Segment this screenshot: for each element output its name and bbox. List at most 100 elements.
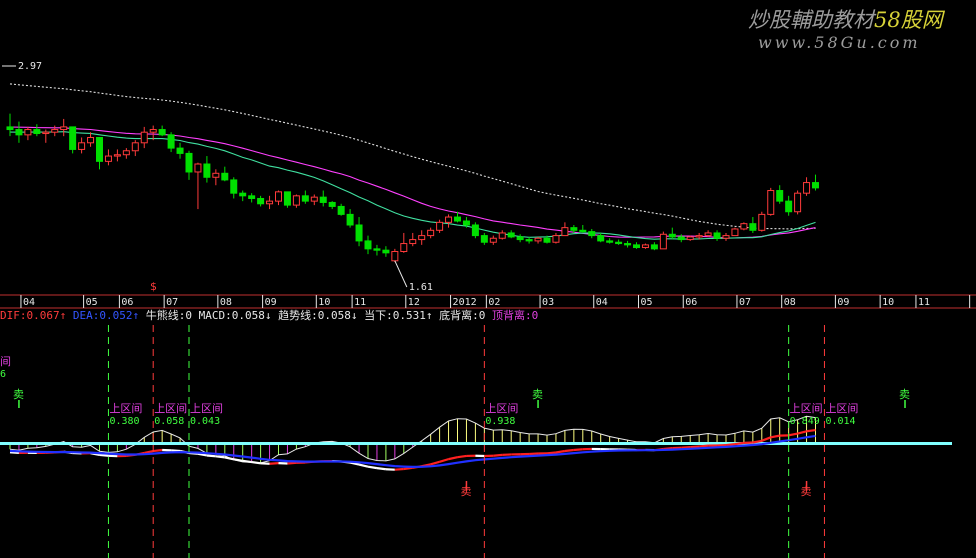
watermark-url: www.58Gu.com bbox=[758, 33, 921, 52]
ma-long-line bbox=[9, 83, 816, 230]
dif-segment bbox=[529, 452, 539, 456]
interval-label: 上区间 bbox=[154, 402, 187, 415]
candle-body bbox=[328, 201, 336, 207]
zero-line bbox=[0, 442, 952, 445]
candle-body bbox=[131, 142, 139, 152]
month-label: 07 bbox=[739, 297, 751, 308]
month-label: 08 bbox=[784, 297, 796, 308]
candle-body bbox=[785, 200, 793, 213]
candle-body bbox=[310, 196, 318, 202]
status-item: ↓ bbox=[264, 309, 272, 322]
dif-segment bbox=[699, 444, 709, 448]
interval-label: 上区间 bbox=[190, 402, 223, 415]
dif-segment bbox=[287, 461, 297, 465]
candle-body bbox=[731, 228, 739, 237]
dif-segment bbox=[797, 430, 807, 435]
status-item: 顶背离:0 bbox=[491, 309, 539, 322]
candle-body bbox=[266, 200, 274, 205]
candle-body bbox=[364, 240, 372, 250]
dif-segment bbox=[242, 459, 252, 464]
candle-body bbox=[355, 224, 363, 242]
candle-body bbox=[436, 221, 444, 231]
candle-body bbox=[140, 131, 148, 144]
month-label: 07 bbox=[166, 297, 178, 308]
interval-value: 0.938 bbox=[485, 416, 515, 427]
month-label: 10 bbox=[318, 297, 330, 308]
interval-label: 上区间 bbox=[485, 402, 518, 415]
status-item: ↑ bbox=[132, 309, 140, 322]
dif-segment bbox=[153, 448, 163, 453]
candle-body bbox=[346, 213, 354, 226]
candle-body bbox=[176, 147, 184, 154]
interval-label: 上区间 bbox=[825, 402, 858, 415]
sell-label: 卖 bbox=[801, 485, 812, 498]
candle-body bbox=[6, 126, 14, 131]
sell-label: 卖 bbox=[13, 388, 24, 401]
dif-segment bbox=[788, 432, 798, 437]
dif-segment bbox=[439, 458, 449, 463]
candle-body bbox=[668, 233, 676, 238]
candle-body bbox=[78, 142, 86, 150]
interval-value: 0.058 bbox=[154, 416, 184, 427]
month-label: 10 bbox=[882, 297, 894, 308]
month-label: 12 bbox=[408, 297, 420, 308]
candle-body bbox=[489, 237, 497, 243]
status-item: MACD:0.058 bbox=[198, 309, 265, 322]
ma-short-line bbox=[9, 131, 816, 240]
candle-body bbox=[695, 235, 703, 238]
status-item: 趋势线:0.058 bbox=[278, 309, 351, 322]
dif-segment bbox=[761, 436, 772, 442]
sell-label: 卖 bbox=[532, 388, 543, 401]
candle-body bbox=[606, 240, 614, 243]
candle-body bbox=[579, 229, 587, 233]
interval-value: 0.014 bbox=[825, 416, 855, 427]
dif-segment bbox=[555, 449, 566, 454]
candle-body bbox=[60, 126, 68, 131]
candle-body bbox=[471, 224, 479, 237]
candle-body bbox=[677, 236, 685, 241]
candle-body bbox=[158, 129, 166, 136]
dif-segment bbox=[457, 454, 467, 459]
candle-body bbox=[462, 220, 470, 226]
month-label: 03 bbox=[542, 297, 554, 308]
candle-body bbox=[96, 136, 103, 162]
dif-segment bbox=[394, 467, 404, 471]
dif-segment bbox=[681, 445, 691, 449]
dif-segment bbox=[690, 445, 700, 449]
candle-body bbox=[534, 237, 542, 242]
month-label: 08 bbox=[220, 297, 232, 308]
candle-body bbox=[767, 190, 775, 215]
candle-body bbox=[239, 192, 247, 197]
sell-label: 卖 bbox=[899, 388, 910, 401]
dif-segment bbox=[99, 453, 109, 457]
candle-body bbox=[87, 136, 95, 144]
candle-body bbox=[615, 241, 623, 245]
candle-body bbox=[104, 155, 112, 162]
candle-body bbox=[516, 236, 524, 241]
interval-label: 上区间 bbox=[109, 402, 142, 415]
date-axis: 04 05 06 07 08 09 10 11 12 2012 02 03 04 05 06 07 08 09 10… bbox=[0, 294, 976, 309]
status-item: 底背离:0 bbox=[439, 309, 486, 322]
candle-body bbox=[427, 229, 435, 237]
dif-segment bbox=[493, 453, 503, 457]
candle-body bbox=[803, 182, 811, 194]
month-label: 04 bbox=[596, 297, 608, 308]
candle-body bbox=[373, 248, 381, 251]
status-item: ↑ bbox=[425, 309, 433, 322]
candle-body bbox=[597, 235, 605, 242]
dif-segment bbox=[448, 456, 458, 461]
candle-body bbox=[149, 129, 157, 133]
candle-body bbox=[454, 216, 461, 222]
candle-body bbox=[749, 223, 757, 231]
dif-segment bbox=[367, 465, 378, 470]
month-label: 06 bbox=[121, 297, 133, 308]
interval-label: 上区间 bbox=[790, 402, 823, 415]
candle-body bbox=[758, 213, 766, 231]
candle-body bbox=[391, 251, 399, 262]
candle-body bbox=[122, 150, 130, 156]
candle-body bbox=[794, 192, 802, 213]
ma-mid-line bbox=[9, 126, 816, 239]
candle-body bbox=[15, 129, 23, 136]
dif-segment bbox=[806, 428, 816, 433]
candle-body bbox=[507, 232, 515, 238]
